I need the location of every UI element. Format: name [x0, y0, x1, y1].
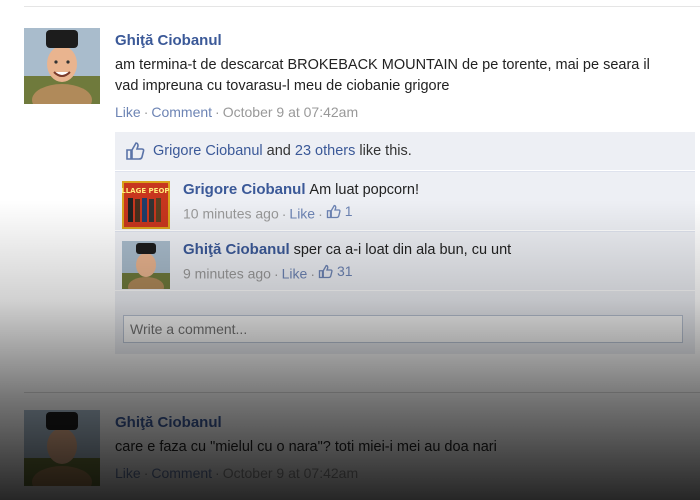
- post-timestamp[interactable]: October 9 at 07:42am: [223, 465, 358, 481]
- comment-like-count[interactable]: 1: [326, 203, 353, 219]
- like-link[interactable]: Like: [115, 104, 141, 120]
- post-text-line: vad impreuna cu tovarasu-l meu de cioban…: [115, 78, 450, 94]
- thumbs-up-icon: [318, 264, 333, 278]
- post-timestamp[interactable]: October 9 at 07:42am: [223, 104, 358, 120]
- avatar[interactable]: [24, 410, 100, 486]
- comment-like-link[interactable]: Like: [282, 266, 308, 282]
- comment-like-count[interactable]: 31: [318, 263, 353, 279]
- comment-time[interactable]: 10 minutes ago: [183, 206, 279, 222]
- comment-link[interactable]: Comment: [151, 104, 212, 120]
- likes-suffix: like this.: [359, 143, 412, 159]
- post-author[interactable]: Ghiţă Ciobanul: [115, 32, 222, 49]
- album-text: VILLAGE PEOPLE: [122, 187, 170, 195]
- feedback-box: Grigore Ciobanul and 23 others like this…: [115, 132, 695, 354]
- post-text-line: care e faza cu "mielul cu o nara"? toti …: [115, 439, 497, 455]
- post-actions: Like · Comment · October 9 at 07:42am: [115, 104, 359, 120]
- post-text-line: am termina-t de descarcat BROKEBACK MOUN…: [115, 57, 650, 73]
- comment-actions: 9 minutes ago · Like · 31: [183, 263, 353, 282]
- comment-like-link[interactable]: Like: [289, 206, 315, 222]
- comment-text: sper ca a-i loat din ala bun, cu unt: [293, 242, 512, 258]
- like-link[interactable]: Like: [115, 465, 141, 481]
- comment-link[interactable]: Comment: [151, 465, 212, 481]
- likes-summary: Grigore Ciobanul and 23 others like this…: [115, 132, 695, 171]
- post-actions: Like · Comment · October 9 at 07:42am: [115, 465, 359, 481]
- write-comment-input[interactable]: Write a comment...: [123, 315, 683, 343]
- comment-author[interactable]: Grigore Ciobanul: [183, 181, 306, 198]
- comment-time[interactable]: 9 minutes ago: [183, 266, 271, 282]
- comment-item: Ghiţă Ciobanul sper ca a-i loat din ala …: [115, 231, 695, 291]
- comment-item: VILLAGE PEOPLE Grigore Ciobanul Am luat …: [115, 171, 695, 231]
- top-divider: [24, 6, 700, 7]
- others-link[interactable]: 23 others: [295, 143, 355, 159]
- avatar[interactable]: [122, 241, 170, 289]
- comment-author[interactable]: Ghiţă Ciobanul: [183, 241, 290, 258]
- avatar[interactable]: VILLAGE PEOPLE: [122, 181, 170, 229]
- post-author[interactable]: Ghiţă Ciobanul: [115, 414, 222, 431]
- liker-name-link[interactable]: Grigore Ciobanul: [153, 143, 263, 159]
- thumbs-up-icon: [125, 141, 145, 161]
- likes-and: and: [266, 143, 291, 159]
- avatar[interactable]: [24, 28, 100, 104]
- thumbs-up-icon: [326, 204, 341, 218]
- comment-text: Am luat popcorn!: [309, 182, 420, 198]
- post-divider: [24, 392, 700, 393]
- comment-actions: 10 minutes ago · Like · 1: [183, 203, 353, 222]
